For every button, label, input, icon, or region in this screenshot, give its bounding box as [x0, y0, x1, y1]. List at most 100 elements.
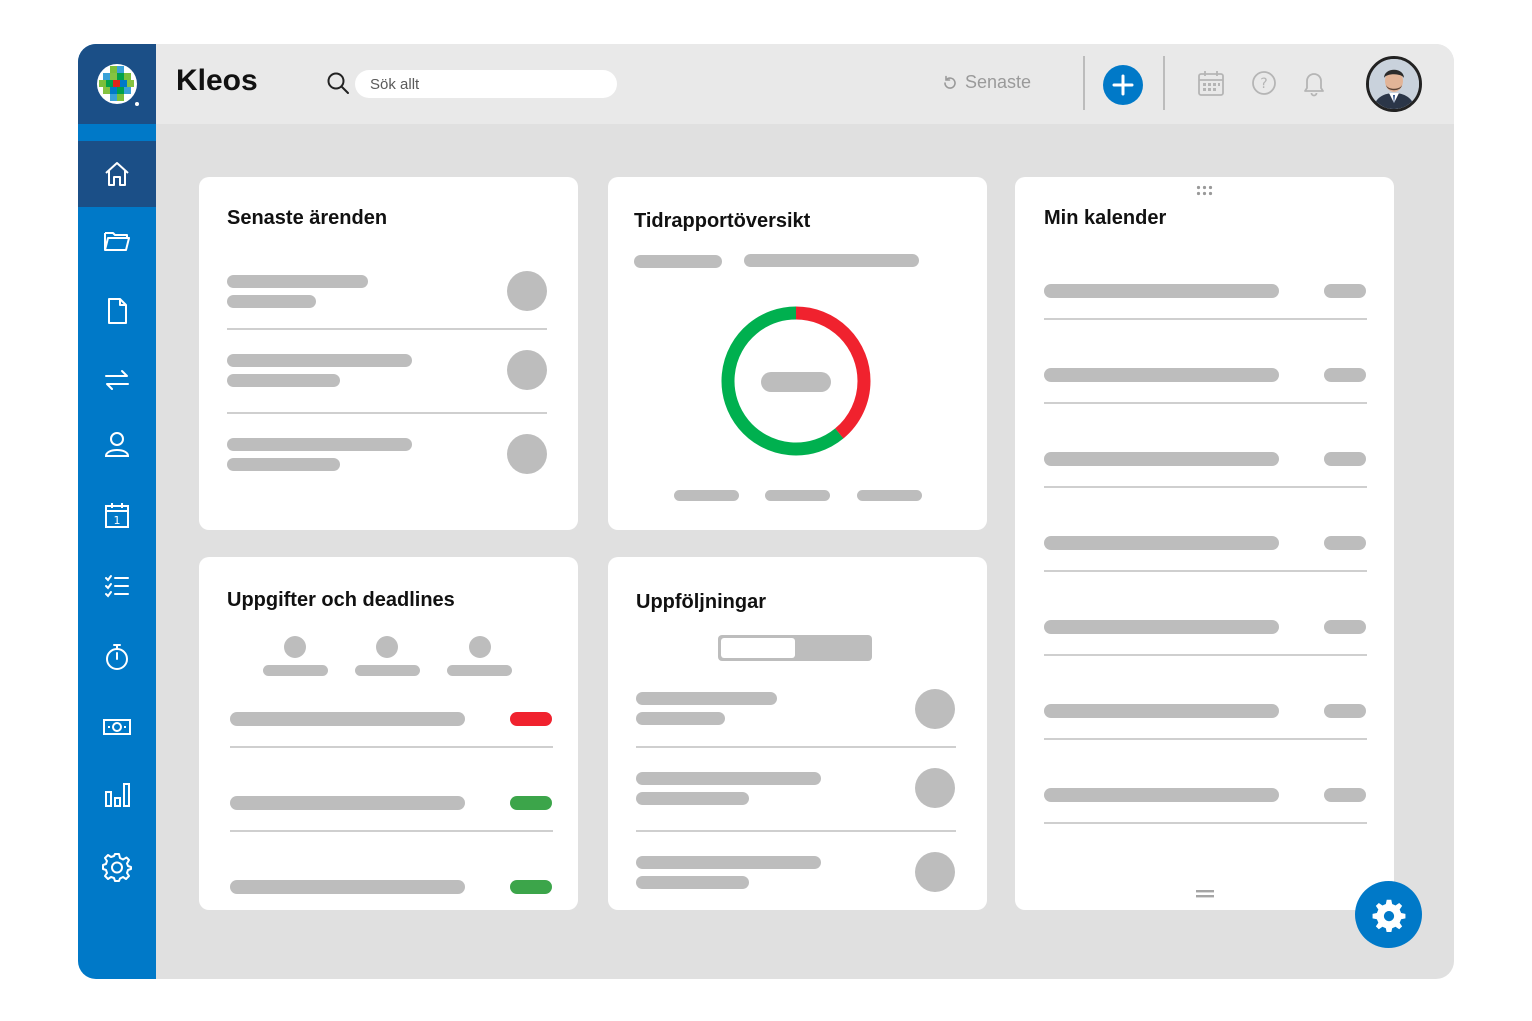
card-title: Tidrapportöversikt [634, 210, 811, 232]
add-button[interactable] [1103, 65, 1143, 105]
resize-handle-icon[interactable] [1196, 890, 1214, 898]
recent-button[interactable]: Senaste [942, 72, 1031, 93]
wolters-kluwer-logo-icon [97, 64, 139, 106]
placeholder-bar [230, 880, 465, 894]
header-divider [1083, 56, 1085, 110]
plus-icon [1112, 74, 1134, 96]
row-divider [636, 830, 956, 832]
placeholder-bar [227, 438, 412, 451]
calendar-card: Min kalender [1015, 177, 1394, 910]
row-divider [1044, 570, 1367, 572]
calendar-icon[interactable] [1196, 68, 1226, 98]
placeholder-avatar [507, 350, 547, 390]
placeholder-bar [447, 665, 512, 676]
svg-text:1: 1 [114, 514, 121, 527]
document-icon [108, 298, 127, 324]
row-divider [636, 746, 956, 748]
sidebar-item-reports[interactable] [78, 762, 156, 828]
placeholder-avatar [915, 852, 955, 892]
placeholder-bar [1044, 368, 1279, 382]
placeholder-bar [1044, 284, 1279, 298]
placeholder-bar [1044, 704, 1279, 718]
sidebar-item-billing[interactable] [78, 694, 156, 760]
help-icon[interactable]: ? [1249, 68, 1279, 98]
tasks-card: Uppgifter och deadlines [199, 557, 578, 910]
row-divider [1044, 402, 1367, 404]
calendar-icon: 1 [105, 503, 129, 528]
card-title: Senaste ärenden [227, 207, 388, 229]
placeholder-bar [1324, 620, 1366, 634]
placeholder-bar [227, 354, 412, 367]
checklist-icon [105, 575, 129, 598]
placeholder-bar [1324, 704, 1366, 718]
recent-label: Senaste [965, 72, 1032, 92]
user-avatar[interactable] [1366, 56, 1422, 112]
sidebar-item-settings[interactable] [78, 834, 156, 900]
recent-cases-card: Senaste ärenden [199, 177, 578, 530]
time-report-card: Tidrapportöversikt [608, 177, 987, 530]
row-divider [227, 412, 547, 414]
sidebar-item-contacts[interactable] [78, 411, 156, 477]
card-title: Uppföljningar [636, 591, 766, 613]
sidebar-item-tasks[interactable] [78, 553, 156, 619]
row-divider [1044, 486, 1367, 488]
followups-toggle[interactable] [718, 635, 872, 661]
sidebar-item-calendar[interactable]: 1 [78, 482, 156, 548]
sidebar-item-documents[interactable] [78, 278, 156, 344]
sidebar-item-transfers[interactable] [78, 347, 156, 413]
placeholder-bar [227, 458, 340, 471]
row-divider [230, 746, 553, 748]
placeholder-avatar [915, 768, 955, 808]
placeholder-bar [1324, 368, 1366, 382]
row-divider [1044, 822, 1367, 824]
placeholder-bar [1324, 788, 1366, 802]
sidebar-item-time[interactable] [78, 624, 156, 690]
dashboard-settings-button[interactable] [1355, 881, 1422, 948]
user-photo [1369, 59, 1419, 109]
placeholder-bar [1044, 452, 1279, 466]
placeholder-bar [1324, 536, 1366, 550]
placeholder-bar [355, 665, 420, 676]
sidebar-item-cases[interactable] [78, 208, 156, 274]
header-bar: Kleos Senaste ? [156, 44, 1454, 124]
placeholder-bar [230, 712, 465, 726]
search-input[interactable] [355, 70, 617, 98]
placeholder-bar [857, 490, 922, 501]
placeholder-bar [634, 255, 722, 268]
placeholder-bar [227, 295, 316, 308]
row-divider [1044, 654, 1367, 656]
card-title: Uppgifter och deadlines [227, 589, 455, 611]
bell-icon[interactable] [1299, 68, 1329, 98]
placeholder-bar [765, 490, 830, 501]
money-icon [103, 719, 131, 735]
placeholder-bar [1324, 452, 1366, 466]
sidebar: 1 [78, 44, 156, 979]
placeholder-bar [761, 372, 831, 392]
status-badge-red [510, 712, 552, 726]
placeholder-bar [636, 712, 725, 725]
svg-text:?: ? [1260, 76, 1267, 92]
gear-icon [102, 853, 132, 882]
toggle-knob [721, 638, 795, 658]
bar-chart-icon [105, 783, 130, 807]
placeholder-bar [227, 374, 340, 387]
placeholder-bar [674, 490, 739, 501]
placeholder-bar [744, 254, 919, 267]
row-divider [1044, 318, 1367, 320]
placeholder-bar [1044, 620, 1279, 634]
folder-icon [104, 232, 130, 251]
row-divider [230, 830, 553, 832]
row-divider [227, 328, 547, 330]
placeholder-bar [1324, 284, 1366, 298]
search-icon[interactable] [326, 71, 350, 95]
placeholder-bar [1044, 788, 1279, 802]
row-divider [1044, 738, 1367, 740]
placeholder-bar [1044, 536, 1279, 550]
placeholder-bar [636, 772, 821, 785]
drag-handle-icon[interactable] [1196, 185, 1213, 196]
sidebar-item-home[interactable] [78, 141, 156, 207]
app-window: 1 Kleos Sök allt Senaste ? Senaste ärend… [78, 44, 1454, 979]
placeholder-bar [636, 692, 777, 705]
gear-icon [1372, 899, 1405, 932]
user-icon [104, 432, 130, 457]
